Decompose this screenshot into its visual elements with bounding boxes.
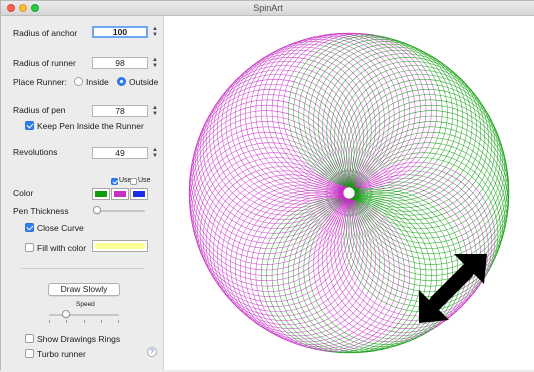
runner-radius-stepper[interactable]: ▲ ▼ bbox=[152, 57, 158, 69]
speed-tick bbox=[118, 320, 119, 323]
spirograph-drawing bbox=[188, 32, 510, 354]
fill-with-color-label: Fill with color bbox=[37, 243, 87, 253]
drawing-ring bbox=[340, 69, 496, 225]
drawing-ring bbox=[189, 126, 344, 282]
turbo-runner-checkbox[interactable] bbox=[25, 349, 34, 358]
spinart-window: SpinArt Radius of anchor 100 ▲ ▼ Radius o… bbox=[0, 0, 534, 370]
color-well-green[interactable] bbox=[92, 188, 110, 200]
inside-radio-label: Inside bbox=[86, 77, 109, 87]
revolutions-label: Revolutions bbox=[13, 147, 58, 157]
speed-tick bbox=[49, 320, 50, 323]
speed-tick bbox=[101, 320, 102, 323]
anchor-radius-stepper[interactable]: ▲ ▼ bbox=[152, 26, 158, 38]
speed-tick bbox=[66, 320, 67, 323]
close-curve-checkbox[interactable] bbox=[25, 223, 34, 232]
outside-radio-label: Outside bbox=[129, 77, 159, 87]
fill-color-well[interactable] bbox=[92, 240, 148, 252]
keep-pen-inside-checkbox[interactable] bbox=[25, 121, 34, 130]
place-runner-label: Place Runner: bbox=[13, 77, 67, 87]
pen-thickness-slider-knob[interactable] bbox=[93, 206, 101, 214]
drawing-ring bbox=[260, 33, 416, 188]
pen-thickness-label: Pen Thickness bbox=[13, 206, 69, 216]
speed-slider-knob[interactable] bbox=[62, 310, 70, 318]
color-well-blue[interactable] bbox=[130, 188, 148, 200]
drawing-ring bbox=[225, 184, 381, 340]
pen-thickness-slider-track[interactable] bbox=[95, 210, 145, 212]
blue-swatch bbox=[133, 191, 145, 197]
drawing-ring bbox=[189, 104, 344, 260]
color-well-magenta[interactable] bbox=[111, 188, 129, 200]
drawing-ring bbox=[282, 33, 438, 188]
close-curve-label: Close Curve bbox=[37, 223, 84, 233]
revolutions-field[interactable]: 49 bbox=[92, 147, 148, 159]
drawing-canvas[interactable] bbox=[164, 16, 534, 370]
drawing-ring bbox=[202, 161, 358, 317]
green-swatch bbox=[95, 191, 107, 197]
separator bbox=[21, 268, 145, 269]
fill-color-swatch bbox=[95, 243, 145, 249]
drawing-ring bbox=[317, 46, 473, 202]
show-drawing-rings-checkbox[interactable] bbox=[25, 334, 34, 343]
revolutions-stepper[interactable]: ▲ ▼ bbox=[152, 147, 158, 159]
speed-tick bbox=[84, 320, 85, 323]
drawing-ring bbox=[225, 46, 381, 202]
draw-slowly-button[interactable]: Draw Slowly bbox=[48, 283, 120, 296]
fill-with-color-checkbox[interactable] bbox=[25, 243, 34, 252]
speed-label: Speed bbox=[76, 301, 95, 308]
color-label: Color bbox=[13, 188, 34, 198]
drawing-ring bbox=[202, 69, 358, 225]
show-drawing-rings-label: Show Drawings Rings bbox=[37, 334, 121, 344]
inside-radio[interactable] bbox=[74, 77, 83, 86]
anchor-radius-field[interactable]: 100 bbox=[92, 26, 148, 38]
drawing-ring bbox=[260, 198, 416, 353]
runner-radius-label: Radius of runner bbox=[13, 58, 76, 68]
anchor-radius-label: Radius of anchor bbox=[13, 28, 78, 38]
pen-radius-field[interactable]: 78 bbox=[92, 105, 148, 117]
window-title: SpinArt bbox=[253, 3, 283, 13]
drawing-ring bbox=[340, 161, 496, 317]
use-color-1-checkbox[interactable] bbox=[111, 178, 118, 185]
outside-radio[interactable] bbox=[117, 77, 126, 86]
pen-radius-label: Radius of pen bbox=[13, 105, 66, 115]
runner-radius-field[interactable]: 98 bbox=[92, 57, 148, 69]
drawing-ring bbox=[317, 184, 473, 340]
settings-sidebar: Radius of anchor 100 ▲ ▼ Radius of runner… bbox=[1, 16, 164, 370]
help-button[interactable]: ? bbox=[147, 347, 157, 357]
turbo-runner-label: Turbo runner bbox=[37, 349, 86, 359]
drawing-ring bbox=[354, 104, 509, 260]
keep-pen-inside-label: Keep Pen Inside the Runner bbox=[37, 121, 144, 131]
pen-radius-stepper[interactable]: ▲ ▼ bbox=[152, 105, 158, 117]
use-color-2-checkbox[interactable] bbox=[130, 178, 137, 185]
use-color-2-label: Use bbox=[138, 177, 151, 184]
title-bar[interactable]: SpinArt bbox=[1, 1, 534, 16]
magenta-swatch bbox=[114, 191, 126, 197]
drawing-ring bbox=[282, 198, 438, 353]
speed-slider-track[interactable] bbox=[49, 314, 119, 316]
